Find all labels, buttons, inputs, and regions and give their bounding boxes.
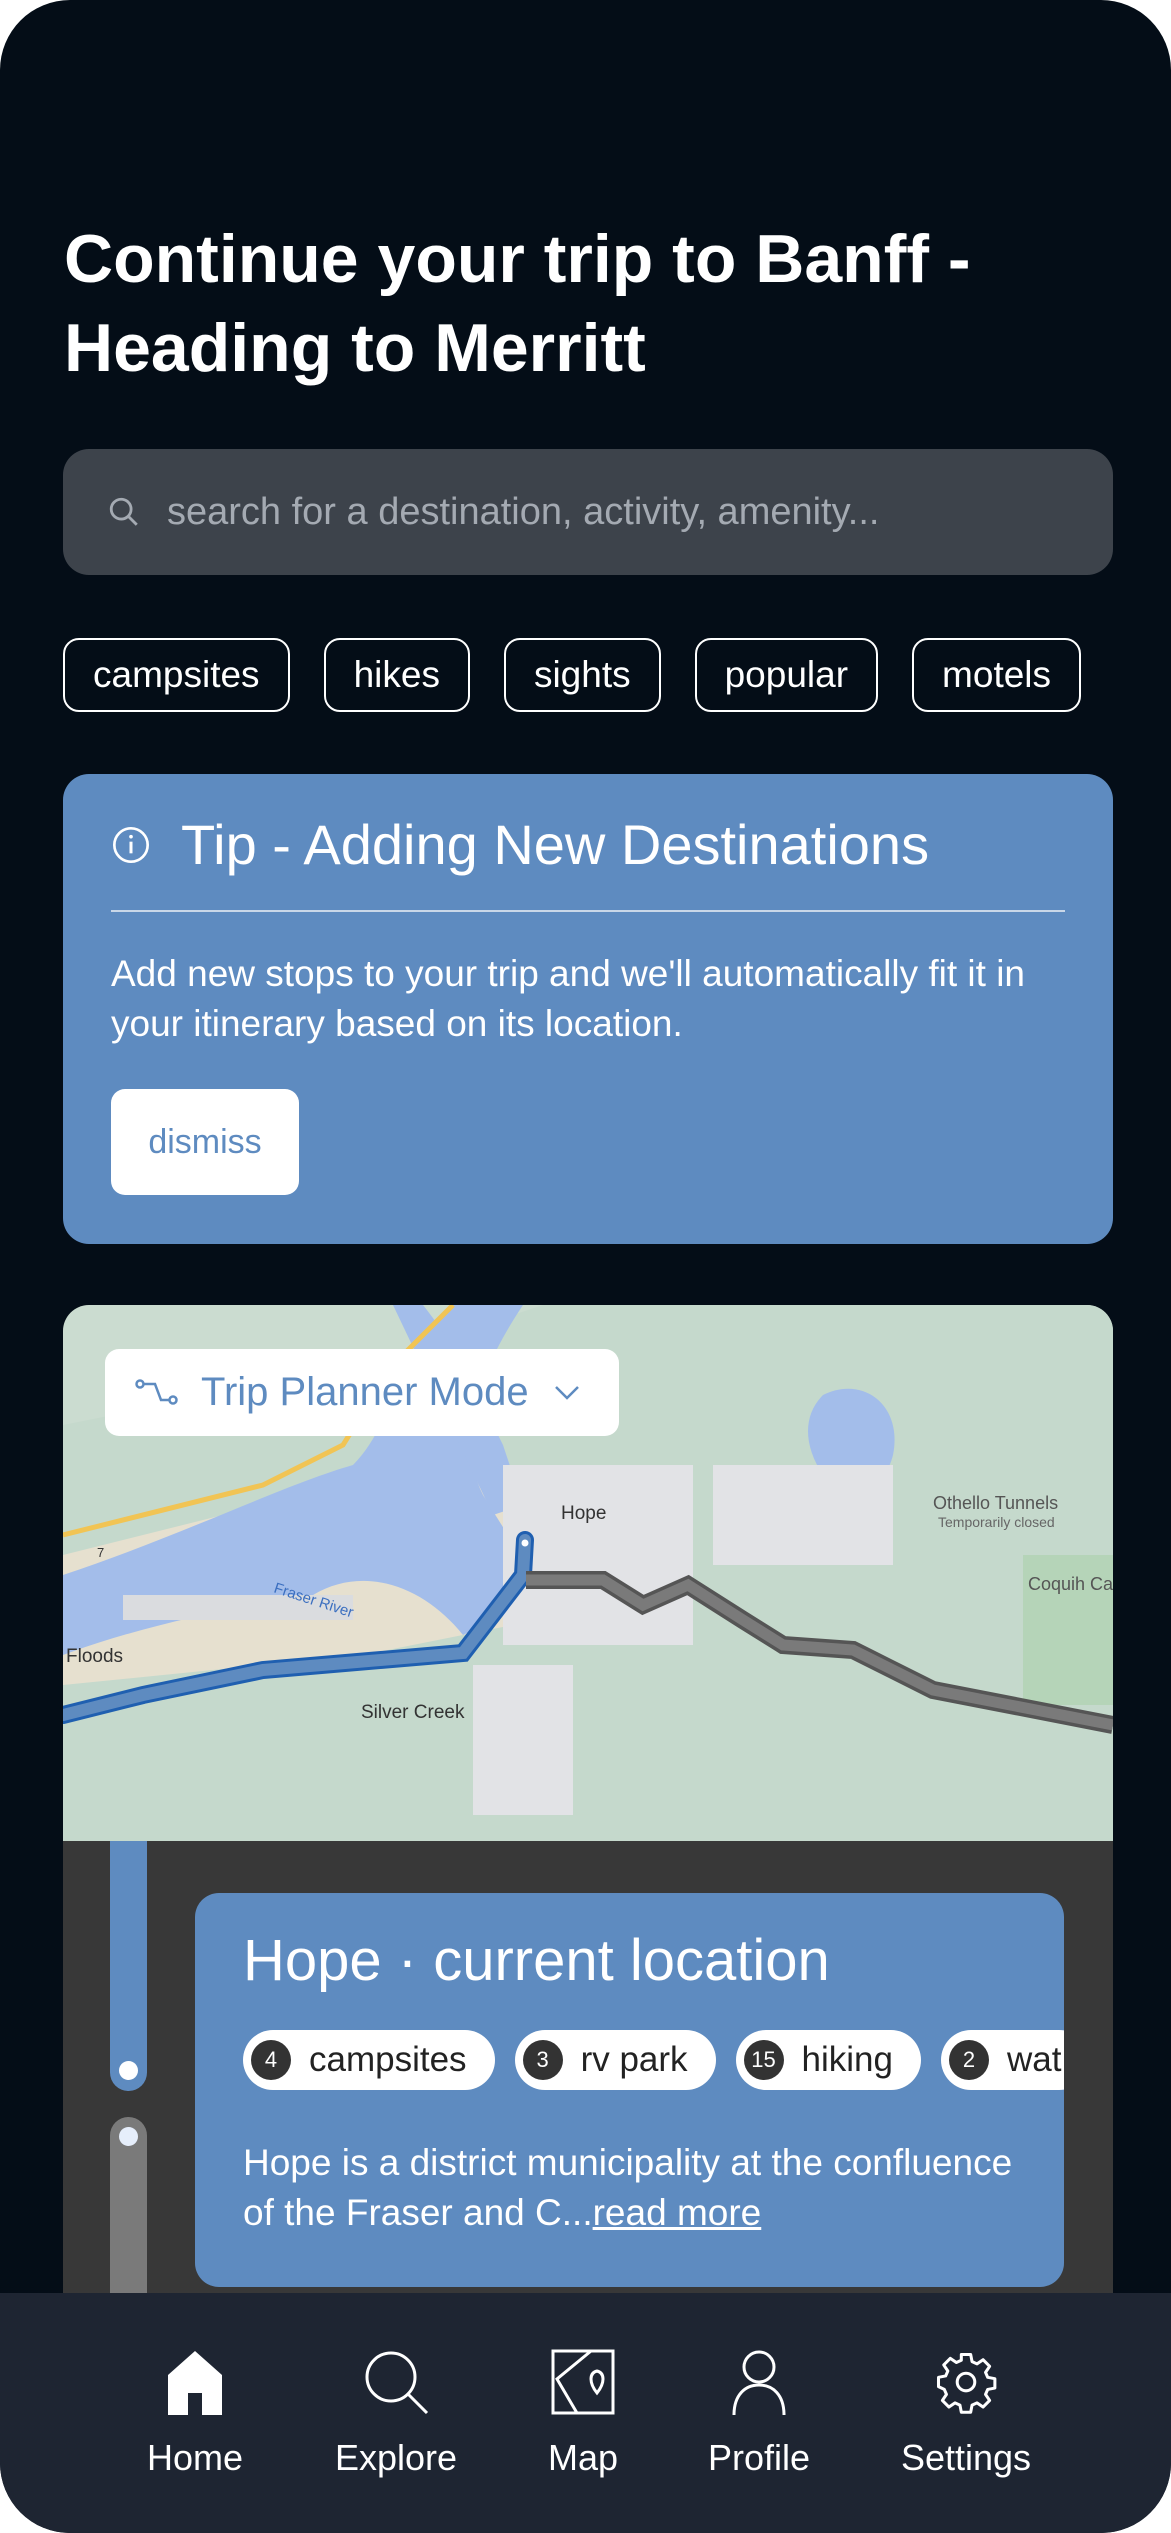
- read-more-link[interactable]: read more: [593, 2192, 762, 2233]
- tag-label: hiking: [801, 2040, 893, 2079]
- gear-icon: [936, 2352, 997, 2414]
- tag-label: wat: [1006, 2040, 1062, 2079]
- bottom-nav: Home Explore Map Profile Settings: [0, 2293, 1171, 2533]
- home-icon: [168, 2351, 222, 2415]
- nav-settings[interactable]: Settings: [876, 2349, 1056, 2479]
- map-label-coquihalla: Coquih Canyo Provinc Park: [1028, 1574, 1113, 1594]
- location-description: Hope is a district municipality at the c…: [243, 2138, 1043, 2238]
- tag-campsites[interactable]: 4 campsites: [243, 2030, 495, 2090]
- nav-label: Settings: [900, 2437, 1032, 2478]
- amenity-tags: 4 campsites 3 rv park 15 hiking 2 wat: [243, 2030, 1064, 2090]
- chip-campsites[interactable]: campsites: [63, 638, 290, 712]
- nav-map[interactable]: Map: [493, 2349, 673, 2479]
- location-card[interactable]: Hope · current location 4 campsites 3 rv pa…: [195, 1893, 1064, 2287]
- nav-explore[interactable]: Explore: [306, 2349, 486, 2479]
- timeline-segment-completed: [110, 1841, 147, 2091]
- tag-count: 15: [743, 2040, 784, 2080]
- chip-popular[interactable]: popular: [694, 638, 879, 712]
- location-title: Hope · current location: [243, 1928, 830, 1993]
- tag-label: rv park: [580, 2040, 688, 2079]
- tag-water[interactable]: 2 wat: [940, 2030, 1064, 2090]
- map-label-othello-status: Temporarily closed: [938, 1514, 1055, 1530]
- map-label-othello: Othello Tunnels: [933, 1493, 1058, 1513]
- chip-sights[interactable]: sights: [503, 638, 661, 712]
- timeline-dot: [119, 2061, 138, 2080]
- chevron-down-icon: [554, 1385, 579, 1400]
- profile-icon: [732, 2350, 786, 2415]
- app-screen: Continue your trip to Banff - Heading to…: [0, 0, 1171, 2533]
- location-status: current location: [433, 1928, 830, 1993]
- search-input[interactable]: [167, 490, 1067, 534]
- trip-map-card: Hope Floods Silver Creek Fraser River Ot…: [63, 1305, 1113, 2305]
- search-icon: [109, 497, 138, 526]
- nav-label: Profile: [707, 2437, 811, 2478]
- timeline-dot: [119, 2127, 138, 2146]
- tip-body: Add new stops to your trip and we'll aut…: [111, 953, 1025, 1044]
- map-icon: [551, 2349, 615, 2415]
- map-label-highway: 7: [97, 1545, 104, 1560]
- chip-motels[interactable]: motels: [912, 638, 1082, 712]
- map-label-floods: Floods: [66, 1646, 123, 1667]
- nav-label: Explore: [334, 2437, 458, 2478]
- info-icon: [113, 826, 149, 863]
- tag-rv-park[interactable]: 3 rv park: [514, 2030, 716, 2090]
- nav-home[interactable]: Home: [105, 2349, 285, 2479]
- planner-mode-label: Trip Planner Mode: [201, 1370, 529, 1414]
- tag-hiking[interactable]: 15 hiking: [735, 2030, 921, 2090]
- trip-planner-mode-dropdown[interactable]: Trip Planner Mode: [105, 1349, 619, 1436]
- dismiss-button[interactable]: dismiss: [111, 1089, 299, 1195]
- route-icon: [135, 1378, 178, 1405]
- chip-hikes[interactable]: hikes: [323, 638, 470, 712]
- tip-title: Tip - Adding New Destinations: [181, 813, 930, 876]
- nav-label: Map: [547, 2437, 619, 2478]
- tip-card: Tip - Adding New Destinations Add new st…: [63, 774, 1113, 1244]
- search-icon: [365, 2351, 429, 2415]
- tag-label: campsites: [309, 2040, 467, 2079]
- map-label-silver-creek: Silver Creek: [361, 1702, 465, 1723]
- location-name: Hope: [243, 1928, 382, 1993]
- tag-count: 2: [948, 2040, 989, 2080]
- filter-chips: campsites hikes sights popular motels: [63, 638, 1113, 714]
- divider: [111, 910, 1065, 912]
- map-label-hope: Hope: [561, 1503, 606, 1524]
- tag-count: 4: [251, 2040, 291, 2080]
- nav-label: Home: [146, 2437, 244, 2478]
- nav-profile[interactable]: Profile: [669, 2349, 849, 2479]
- timeline-segment-upcoming: [110, 2117, 147, 2305]
- tag-count: 3: [522, 2040, 563, 2080]
- search-bar[interactable]: [63, 449, 1113, 575]
- page-title: Continue your trip to Banff - Heading to…: [64, 221, 971, 386]
